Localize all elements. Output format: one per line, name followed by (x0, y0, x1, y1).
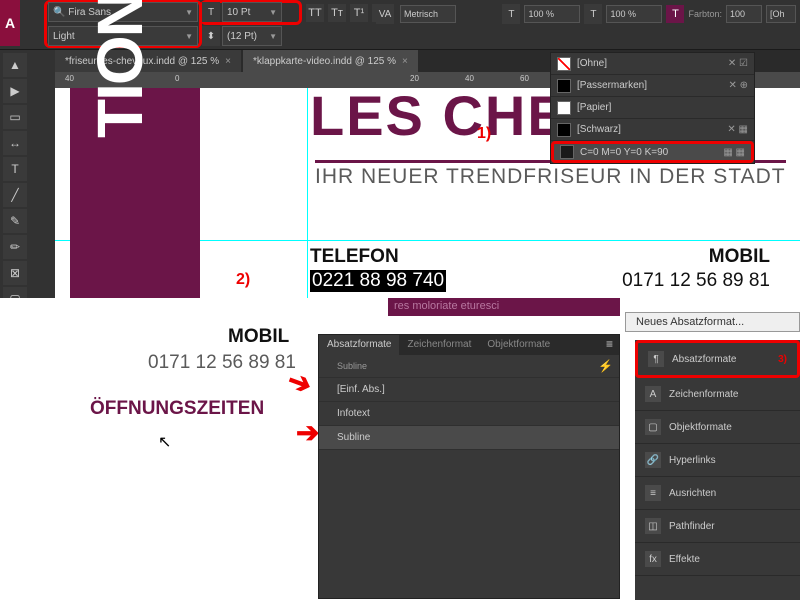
scale-v-input[interactable]: 100 % (606, 5, 662, 23)
paragraph-styles-panel: Absatzformate Zeichenformat Objektformat… (318, 334, 620, 599)
right-tools: T 100 % T 100 % T Farbton: 100 [Oh (502, 4, 796, 24)
allcaps-icon[interactable]: TT (306, 4, 324, 22)
scale-v-icon: T (584, 4, 602, 24)
rotated-headline: TION (83, 0, 157, 138)
opening-hours-label: ÖFFNUNGSZEITEN (90, 398, 264, 420)
telefon-label: TELEFON (310, 246, 399, 268)
kerning-icon: VA (376, 4, 394, 24)
superscript-icon[interactable]: T¹ (350, 4, 368, 22)
gap-tool[interactable]: ↔ (3, 131, 27, 155)
dock-pathfinder[interactable]: ◫Pathfinder (635, 510, 800, 543)
swatch-k90[interactable]: C=0 M=0 Y=0 K=90▦ ▦ (551, 141, 754, 163)
purple-text-strip: res moloriate eturesci (388, 298, 620, 316)
selection-tool[interactable]: ▲ (3, 53, 27, 77)
guide (307, 88, 308, 298)
flash-icon[interactable]: ⚡ (598, 359, 613, 373)
lower-mobil-value: 0171 12 56 89 81 (148, 352, 296, 374)
fill-color-icon[interactable]: T (666, 5, 684, 23)
close-icon[interactable]: × (402, 56, 408, 67)
smallcaps-icon[interactable]: Tᴛ (328, 4, 346, 22)
dock-ausrichten[interactable]: ≡Ausrichten (635, 477, 800, 510)
page-tool[interactable]: ▭ (3, 105, 27, 129)
swatches-panel: [Ohne]✕ ☑ [Passermarken]✕ ⊕ [Papier] [Sc… (550, 52, 755, 164)
pathfinder-icon: ◫ (645, 518, 661, 534)
font-size-input[interactable]: 10 Pt▼ (222, 2, 282, 22)
right-dock-panel: ¶Absatzformate3) AZeichenformate ▢Objekt… (635, 340, 800, 600)
align-icon: ≡ (645, 485, 661, 501)
paragraph-icon: ¶ (648, 351, 664, 367)
panel-menu-icon[interactable]: ≡ (600, 335, 619, 355)
tab-zeichenformat[interactable]: Zeichenformat (399, 335, 479, 355)
style-basic[interactable]: [Einf. Abs.] (319, 378, 619, 402)
annotation-1: 1) (477, 125, 491, 143)
annotation-2: 2) (236, 271, 250, 289)
sub-headline: IHR NEUER TRENDFRISEUR IN DER STADT (315, 160, 786, 189)
link-icon: 🔗 (645, 452, 661, 468)
swatch-registration[interactable]: [Passermarken]✕ ⊕ (551, 75, 754, 97)
line-tool[interactable]: ╱ (3, 183, 27, 207)
panel-tabs: Absatzformate Zeichenformat Objektformat… (319, 335, 619, 355)
new-paragraph-style-item[interactable]: Neues Absatzformat... (626, 313, 799, 331)
scale-h-input[interactable]: 100 % (524, 5, 580, 23)
swatch-black[interactable]: [Schwarz]✕ ▦ (551, 119, 754, 141)
size-controls: T10 Pt▼ ⬍(12 Pt)▼ (202, 2, 300, 50)
tab-klappkarte[interactable]: *klappkarte-video.indd @ 125 %× (243, 50, 418, 72)
scale-h-icon: T (502, 4, 520, 24)
ohne-dropdown[interactable]: [Oh (766, 5, 796, 23)
style-subline[interactable]: Subline (319, 426, 619, 450)
pencil-tool[interactable]: ✏ (3, 235, 27, 259)
dock-objektformate[interactable]: ▢Objektformate (635, 411, 800, 444)
character-mode-icon[interactable]: A (0, 0, 20, 46)
style-infotext[interactable]: Infotext (319, 402, 619, 426)
farbton-label: Farbton: (688, 9, 722, 19)
arrow-annotation-icon: ➔ (296, 416, 319, 449)
farbton-input[interactable]: 100 (726, 5, 762, 23)
tools-panel: ▲ ▶ ▭ ↔ T ╱ ✎ ✏ ⊠ ▢ ✂ ⟲ ▦ 💧 ✋ 🔍 ◼ ▣ (0, 50, 55, 300)
lower-canvas: res moloriate eturesci MOBIL 0171 12 56 … (0, 298, 800, 600)
dock-effekte[interactable]: fxEffekte (635, 543, 800, 576)
telefon-value[interactable]: 0221 88 98 740 (310, 270, 446, 292)
main-headline: LES CHE (310, 83, 567, 148)
context-menu: Neues Absatzformat... (625, 312, 800, 332)
tab-objektformate[interactable]: Objektformate (479, 335, 558, 355)
dock-absatzformate[interactable]: ¶Absatzformate3) (635, 340, 800, 378)
font-size-icon: T (202, 2, 220, 22)
cursor-icon: ↖ (158, 432, 171, 452)
direct-selection-tool[interactable]: ▶ (3, 79, 27, 103)
kerning-dropdown[interactable]: Metrisch (400, 5, 456, 23)
leading-input[interactable]: (12 Pt)▼ (222, 26, 282, 46)
fx-icon: fx (645, 551, 661, 567)
mobil-value: 0171 12 56 89 81 (622, 270, 770, 292)
annotation-3: 3) (778, 354, 787, 365)
current-style-label: Subline (319, 355, 619, 378)
pen-tool[interactable]: ✎ (3, 209, 27, 233)
dock-hyperlinks[interactable]: 🔗Hyperlinks (635, 444, 800, 477)
type-tool[interactable]: T (3, 157, 27, 181)
swatch-none[interactable]: [Ohne]✕ ☑ (551, 53, 754, 75)
swatch-paper[interactable]: [Papier] (551, 97, 754, 119)
leading-icon: ⬍ (202, 26, 220, 46)
close-icon[interactable]: × (225, 56, 231, 67)
rectangle-frame-tool[interactable]: ⊠ (3, 261, 27, 285)
character-icon: A (645, 386, 661, 402)
dock-zeichenformate[interactable]: AZeichenformate (635, 378, 800, 411)
object-icon: ▢ (645, 419, 661, 435)
kerning-area: VA Metrisch (376, 4, 456, 24)
lower-mobil-label: MOBIL (228, 326, 289, 348)
tab-absatzformate[interactable]: Absatzformate (319, 335, 399, 355)
mobil-label: MOBIL (709, 246, 770, 268)
